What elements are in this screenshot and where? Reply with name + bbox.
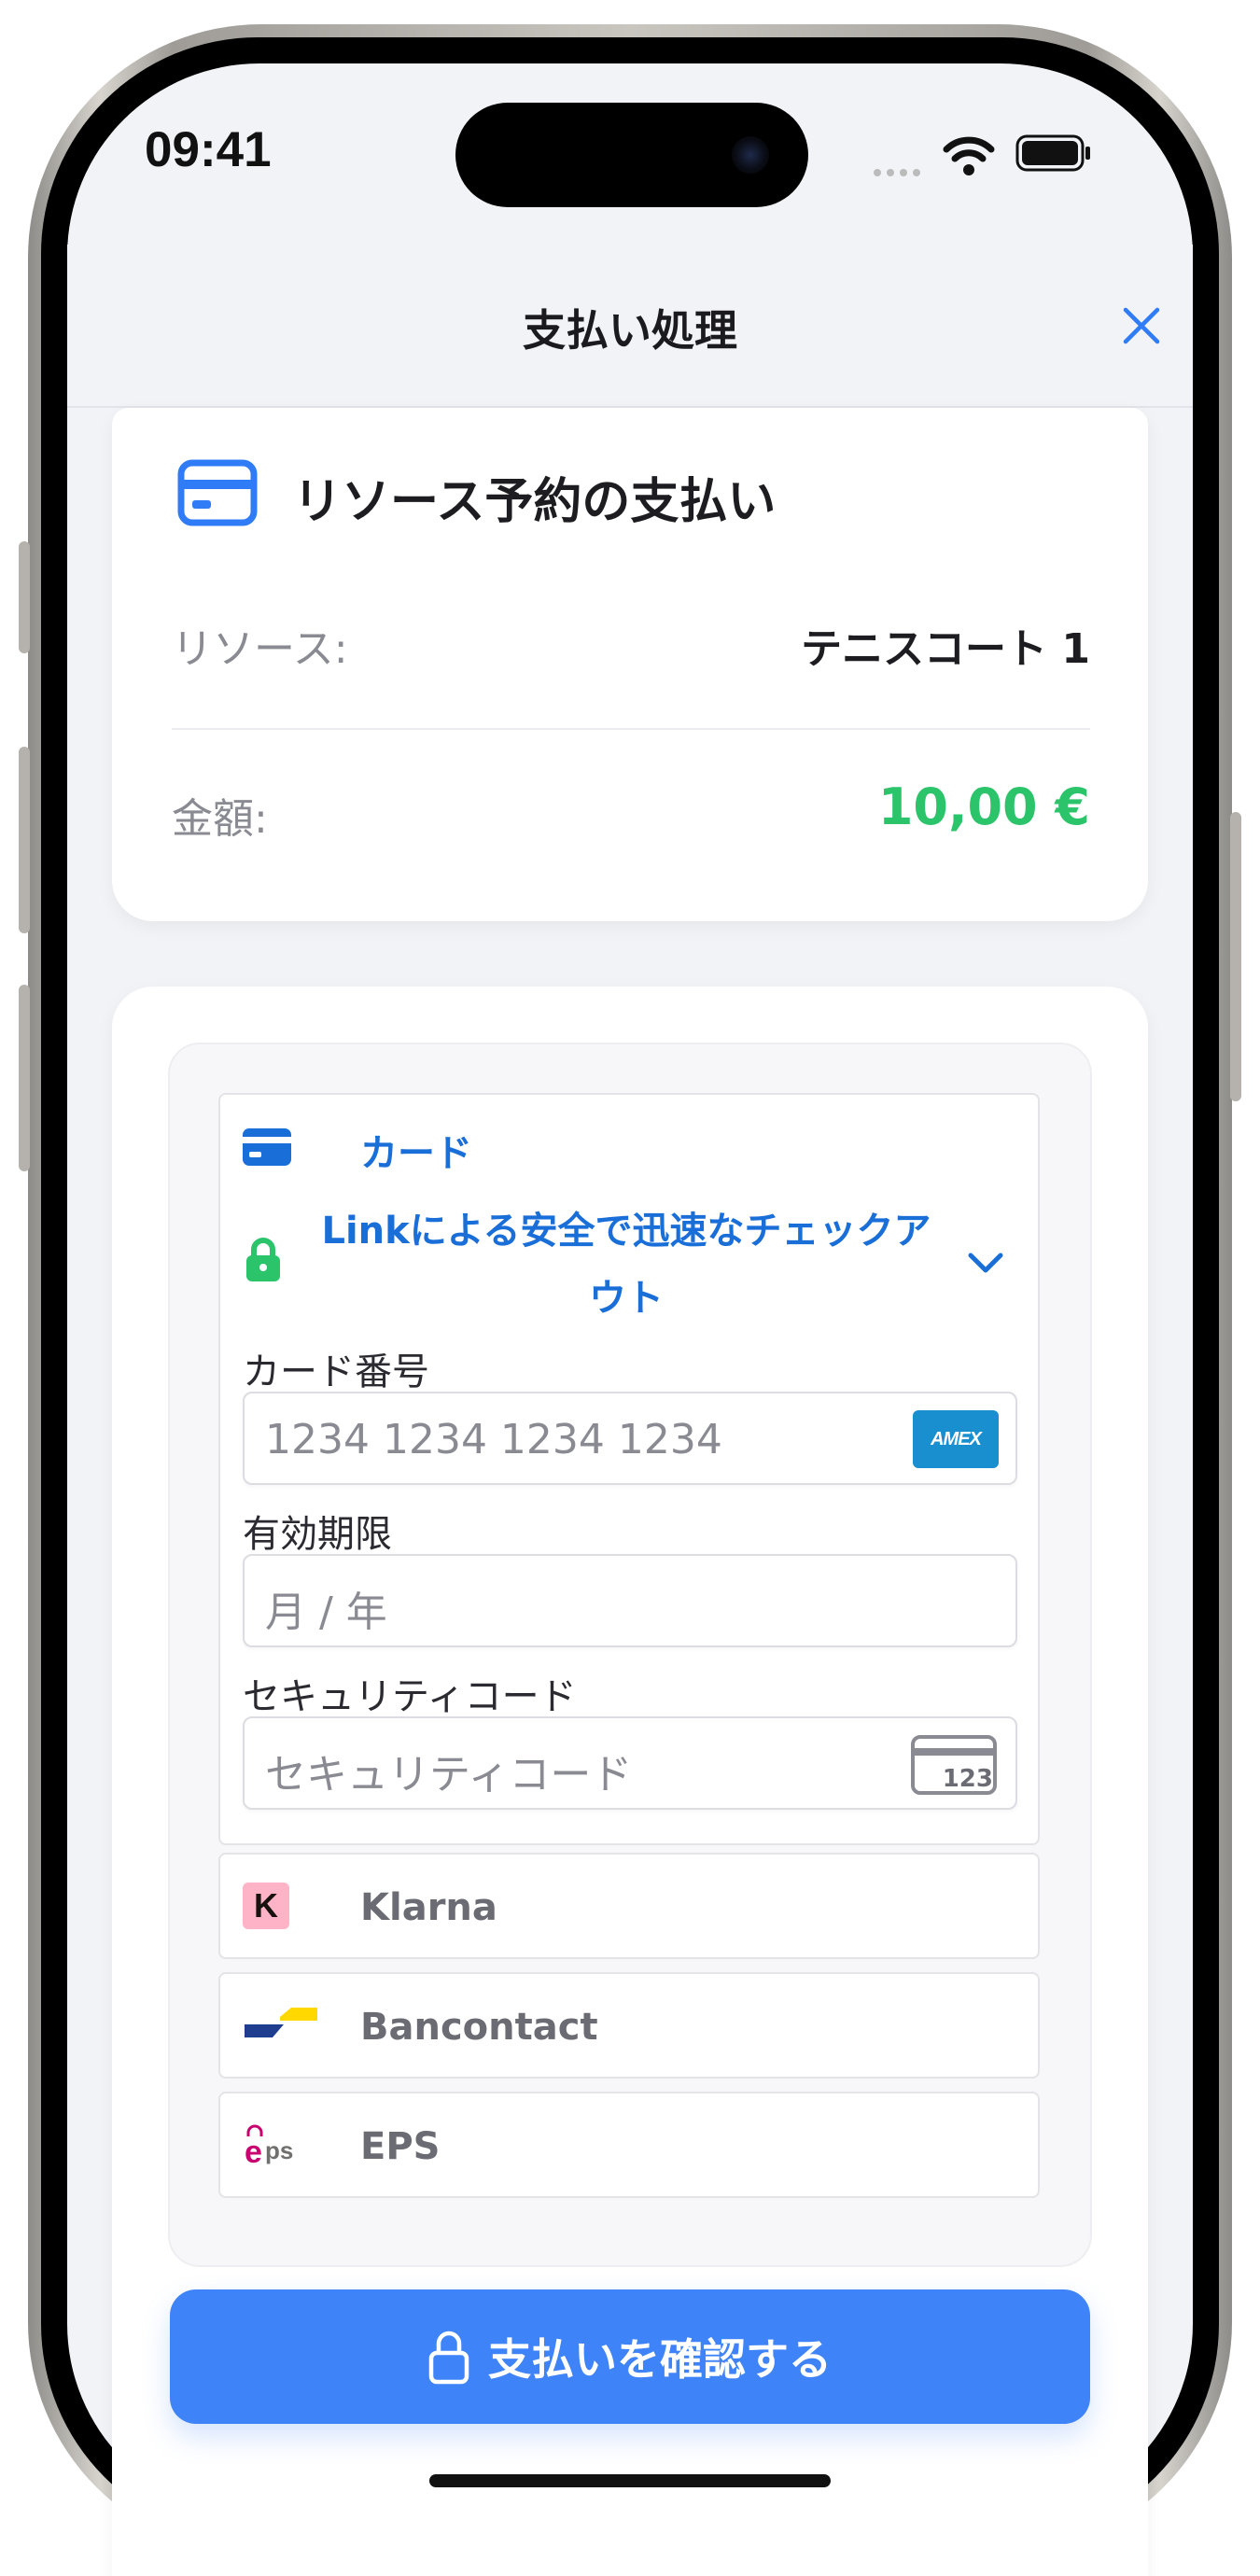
klarna-label: Klarna [360, 1886, 497, 1929]
dynamic-island [455, 103, 808, 207]
eps-label: EPS [360, 2125, 441, 2168]
expiry-placeholder: 月 / 年 [265, 1589, 387, 1636]
expiry-label: 有効期限 [243, 1513, 392, 1556]
close-button[interactable] [1113, 297, 1170, 355]
card-number-input[interactable]: 1234 1234 1234 1234 AMEX [243, 1392, 1017, 1485]
payment-summary-card: リソース予約の支払い リソース: テニスコート 1 金額: 10,00 € [112, 408, 1148, 921]
card-method-label: カード [360, 1132, 472, 1175]
summary-title: リソース予約の支払い [293, 474, 777, 530]
card-payment-method[interactable]: カード Linkによる安全で迅速なチェックアウト カード番号 1234 1234… [218, 1093, 1040, 1845]
status-time: 09:41 [145, 122, 272, 177]
cvc-input[interactable]: セキュリティコード 123 [243, 1716, 1017, 1810]
cvc-label: セキュリティコード [243, 1675, 577, 1718]
status-icons [868, 133, 1101, 179]
lock-icon [428, 2331, 469, 2385]
card-number-placeholder: 1234 1234 1234 1234 [265, 1416, 722, 1463]
volume-down-button [19, 985, 30, 1171]
klarna-icon: K [243, 1883, 289, 1929]
content: リソース予約の支払い リソース: テニスコート 1 金額: 10,00 € カー… [67, 408, 1193, 2576]
divider [172, 728, 1090, 730]
page-title: 支払い処理 [523, 305, 737, 356]
action-button [19, 541, 30, 653]
home-indicator [429, 2474, 831, 2487]
amount-value: 10,00 € [877, 777, 1090, 836]
amount-label: 金額: [172, 795, 268, 843]
camera-icon [732, 136, 769, 174]
cvc-placeholder: セキュリティコード [265, 1751, 633, 1799]
card-icon [243, 1128, 291, 1166]
chevron-down-icon[interactable] [967, 1252, 1004, 1276]
link-checkout-text: Linkによる安全で迅速なチェックアウト [321, 1210, 931, 1320]
card-number-label: カード番号 [243, 1351, 429, 1393]
nav-header: 支払い処理 [67, 245, 1193, 408]
volume-up-button [19, 747, 30, 933]
bancontact-icon [245, 2008, 317, 2037]
credit-card-icon [177, 459, 258, 526]
svg-text:e: e [245, 2135, 262, 2168]
payment-methods: カード Linkによる安全で迅速なチェックアウト カード番号 1234 1234… [168, 1043, 1092, 2267]
lock-icon [246, 1238, 280, 1281]
power-button [1230, 812, 1241, 1101]
signal-icon [874, 162, 926, 180]
cvc-icon: 123 [911, 1735, 997, 1795]
link-checkout-row[interactable]: Linkによる安全で迅速なチェックアウト [220, 1197, 1042, 1337]
bancontact-method[interactable]: Bancontact [218, 1972, 1040, 2079]
eps-method[interactable]: e ps EPS [218, 2092, 1040, 2198]
svg-text:ps: ps [265, 2136, 293, 2164]
expiry-input[interactable]: 月 / 年 [243, 1554, 1017, 1647]
confirm-payment-button[interactable]: 支払いを確認する [170, 2289, 1090, 2424]
eps-icon: e ps [245, 2124, 293, 2168]
wifi-icon [943, 136, 995, 175]
close-icon [1123, 307, 1160, 344]
klarna-method[interactable]: K Klarna [218, 1853, 1040, 1959]
amex-icon: AMEX [913, 1410, 999, 1468]
cvc-icon-text: 123 [942, 1765, 993, 1793]
bancontact-label: Bancontact [360, 2006, 598, 2049]
confirm-payment-label: 支払いを確認する [488, 2334, 832, 2385]
resource-label: リソース: [172, 625, 348, 673]
battery-icon [1015, 134, 1090, 172]
resource-value: テニスコート 1 [801, 625, 1090, 673]
